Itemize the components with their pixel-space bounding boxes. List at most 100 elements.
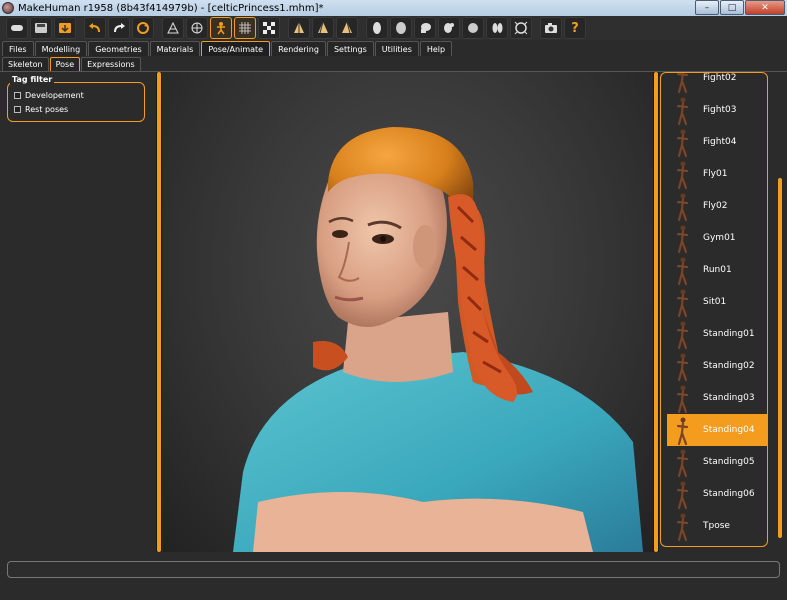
tab-modelling[interactable]: Modelling [34, 41, 88, 56]
left-panel: Tag filter Developement Rest poses [0, 72, 156, 552]
pose-list-item[interactable]: Tpose [667, 510, 767, 542]
tag-filter-group: Tag filter Developement Rest poses [7, 75, 145, 122]
pose-thumbnail [667, 190, 697, 222]
pose-list-item[interactable]: Standing01 [667, 318, 767, 350]
pose-list-item[interactable]: Standing03 [667, 382, 767, 414]
left-panel-scrollbar[interactable] [156, 72, 162, 552]
camera-icon[interactable] [540, 17, 562, 39]
pose-label: Standing06 [703, 489, 755, 499]
pose-thumbnail [667, 73, 697, 94]
tab-help[interactable]: Help [419, 41, 453, 56]
tab-settings[interactable]: Settings [326, 41, 374, 56]
tab-files[interactable]: Files [2, 41, 34, 56]
side-view-icon[interactable] [312, 17, 334, 39]
front-view-icon[interactable] [288, 17, 310, 39]
pose-icon[interactable] [210, 17, 232, 39]
pose-thumbnail [667, 478, 697, 510]
pose-label: Standing01 [703, 329, 755, 339]
grid-icon[interactable] [234, 17, 256, 39]
sub-tabs: Skeleton Pose Expressions [0, 57, 787, 71]
save-icon[interactable] [30, 17, 52, 39]
legs-icon[interactable] [486, 17, 508, 39]
pose-list-item[interactable]: Gym01 [667, 222, 767, 254]
pose-list-panel: Fight02 Fight03 Fight04 Fly01 Fly02 Gym01 Run0… [660, 72, 768, 547]
pose-thumbnail [667, 254, 697, 286]
pose-label: Fight02 [703, 73, 737, 83]
tag-filter-option[interactable]: Rest poses [14, 105, 68, 114]
pose-list-item[interactable]: Fight03 [667, 94, 767, 126]
pose-label: Fight04 [703, 137, 737, 147]
tab-rendering[interactable]: Rendering [271, 41, 326, 56]
reset-icon[interactable] [132, 17, 154, 39]
wireframe-icon[interactable] [186, 17, 208, 39]
pose-label: Standing05 [703, 457, 755, 467]
pose-thumbnail [667, 382, 697, 414]
tab-utilities[interactable]: Utilities [374, 41, 419, 56]
scroll-thumb[interactable] [157, 72, 161, 552]
torso-icon[interactable] [462, 17, 484, 39]
pose-list-item[interactable]: Run01 [667, 254, 767, 286]
3d-viewport[interactable] [163, 72, 653, 552]
head-icon[interactable] [390, 17, 412, 39]
pose-list-item[interactable]: Standing06 [667, 478, 767, 510]
pose-label: Standing02 [703, 361, 755, 371]
pose-thumbnail [667, 222, 697, 254]
pose-list-item[interactable]: Sit01 [667, 286, 767, 318]
pose-label: Standing04 [703, 425, 755, 435]
pose-thumbnail [667, 318, 697, 350]
tab-materials[interactable]: Materials [149, 41, 201, 56]
checkbox[interactable] [14, 106, 21, 113]
redo-arrow-icon[interactable] [108, 17, 130, 39]
pose-list: Fight02 Fight03 Fight04 Fly01 Fly02 Gym01 Run0… [661, 73, 767, 542]
human-model [233, 127, 643, 552]
scroll-thumb[interactable] [778, 178, 782, 538]
right-panel-scrollbar[interactable] [653, 72, 659, 552]
undo-icon[interactable] [6, 17, 28, 39]
subtab-pose[interactable]: Pose [49, 57, 81, 71]
pose-thumbnail [667, 510, 697, 542]
pose-label: Fly02 [703, 201, 728, 211]
tab-geometries[interactable]: Geometries [88, 41, 149, 56]
window-title: MakeHuman r1958 (8b43f414979b) - [celtic… [18, 2, 324, 14]
pose-thumbnail [667, 126, 697, 158]
load-icon[interactable] [54, 17, 76, 39]
checkbox[interactable] [14, 92, 21, 99]
pose-list-item[interactable]: Standing05 [667, 446, 767, 478]
minimize-button[interactable]: – [695, 0, 719, 15]
main-tabs: Files Modelling Geometries Materials Pose/An… [0, 41, 787, 56]
help-icon[interactable]: ? [564, 17, 586, 39]
skull-icon[interactable] [414, 17, 436, 39]
focus-icon[interactable] [510, 17, 532, 39]
pose-list-item[interactable]: Fight02 [667, 73, 767, 94]
option-label: Rest poses [25, 105, 69, 114]
body-icon[interactable] [438, 17, 460, 39]
option-label: Developement [25, 91, 84, 100]
pose-list-item[interactable]: Fly02 [667, 190, 767, 222]
pose-list-scrollbar[interactable] [776, 72, 784, 547]
smooth-icon[interactable] [162, 17, 184, 39]
tag-filter-option[interactable]: Developement [14, 91, 84, 100]
pose-thumbnail [667, 286, 697, 318]
pose-thumbnail [667, 94, 697, 126]
back-view-icon[interactable] [336, 17, 358, 39]
close-button[interactable]: ✕ [745, 0, 785, 15]
pose-label: Tpose [703, 521, 730, 531]
pose-thumbnail [667, 414, 697, 446]
tab-pose-animate[interactable]: Pose/Animate [201, 41, 271, 56]
pose-list-item[interactable]: Fly01 [667, 158, 767, 190]
background-icon[interactable] [258, 17, 280, 39]
pose-label: Fly01 [703, 169, 728, 179]
pose-list-item[interactable]: Standing04 [667, 414, 767, 446]
subtab-expressions[interactable]: Expressions [81, 57, 141, 71]
pose-label: Run01 [703, 265, 732, 275]
undo-arrow-icon[interactable] [84, 17, 106, 39]
pose-list-item[interactable]: Fight04 [667, 126, 767, 158]
maximize-button[interactable]: □ [720, 0, 744, 15]
pose-label: Gym01 [703, 233, 736, 243]
pose-list-item[interactable]: Standing02 [667, 350, 767, 382]
subtab-skeleton[interactable]: Skeleton [2, 57, 49, 71]
pose-label: Fight03 [703, 105, 737, 115]
face-icon[interactable] [366, 17, 388, 39]
pose-thumbnail [667, 446, 697, 478]
scroll-thumb[interactable] [654, 72, 658, 552]
